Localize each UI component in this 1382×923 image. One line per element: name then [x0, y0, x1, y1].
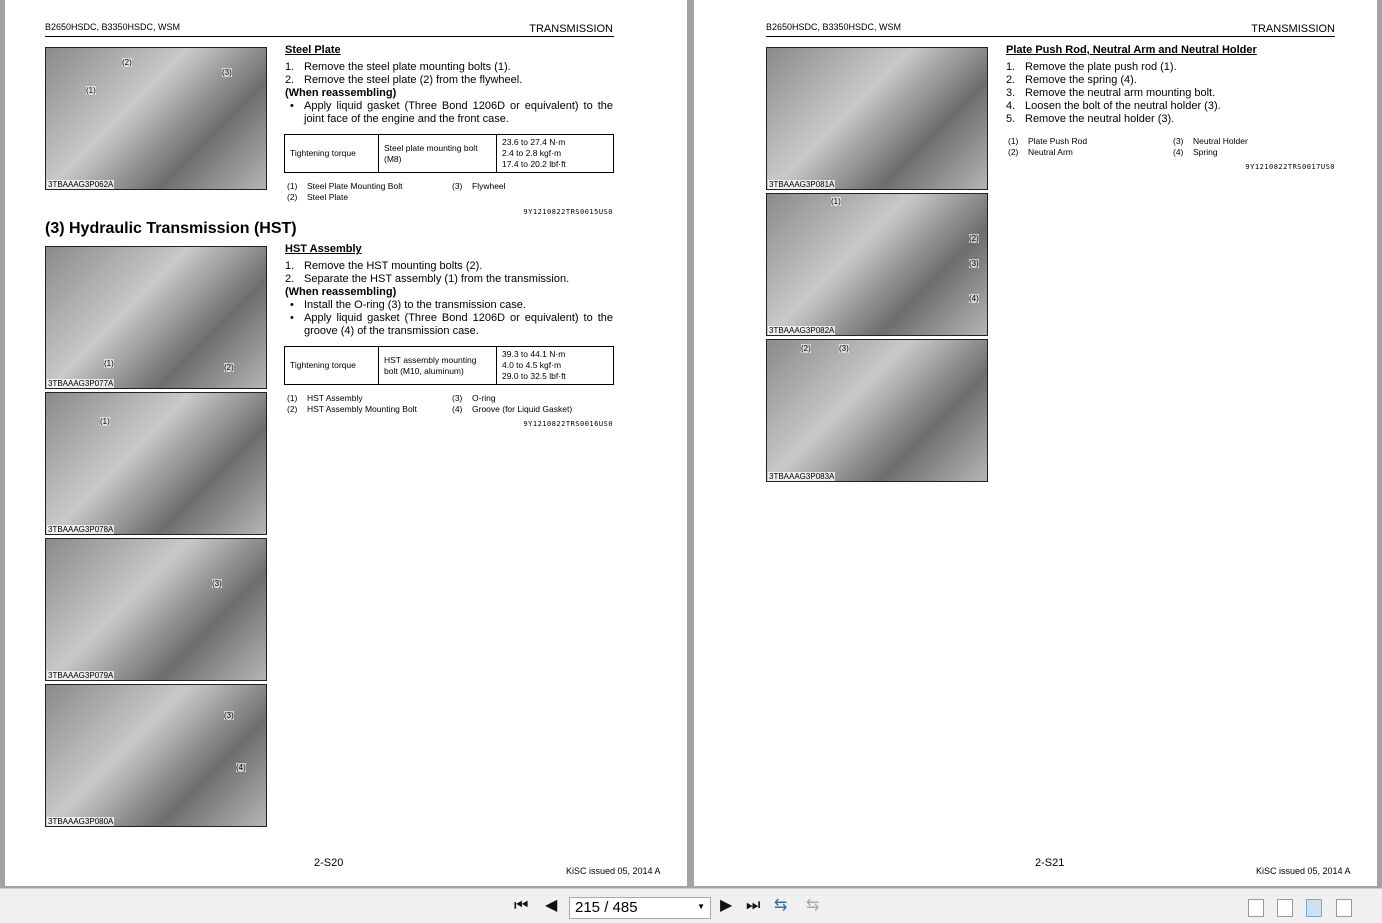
go-forward-view-icon[interactable]: ⇆ — [806, 898, 819, 914]
chevron-down-icon[interactable]: ▼ — [697, 902, 705, 911]
page-header-model: B2650HSDC, B3350HSDC, WSM — [766, 22, 902, 32]
previous-page-icon[interactable]: ◀ — [545, 898, 557, 914]
photo-hst-assembly: (1) (2) 3TBAAAG3P077A — [45, 246, 267, 389]
photo-plate-push-rod: 3TBAAAG3P081A — [766, 47, 988, 190]
legend-push-rod: (1) Plate Push Rod (3) Neutral Holder (2) Ne… — [1008, 136, 1248, 157]
photo-neutral-holder: (1) (2) (3) (4) 3TBAAAG3P082A — [766, 193, 988, 336]
page-header-model: B2650HSDC, B3350HSDC, WSM — [45, 22, 181, 32]
page-number: 2-S20 — [314, 857, 344, 869]
page-header-section: TRANSMISSION — [529, 23, 613, 35]
continuous-view-icon[interactable] — [1277, 899, 1293, 917]
last-page-icon[interactable]: ⏭ — [746, 898, 760, 914]
photo-o-ring: (3) 3TBAAAG3P079A — [45, 538, 267, 681]
legend-steel-plate: (1) Steel Plate Mounting Bolt (3) Flywheel … — [287, 181, 506, 202]
single-page-view-icon[interactable] — [1248, 899, 1264, 917]
reference-code: 9Y1210822TRS0017US0 — [1245, 163, 1335, 171]
header-rule — [45, 36, 614, 37]
page-number-field[interactable]: 215 / 485 ▼ — [569, 897, 711, 919]
torque-table-hst: Tightening torque HST assembly mounting … — [284, 346, 614, 385]
pdf-page-right: B2650HSDC, B3350HSDC, WSM TRANSMISSION 3… — [694, 0, 1377, 886]
push-rod-instructions: Plate Push Rod, Neutral Arm and Neutral … — [1006, 44, 1257, 125]
header-rule — [766, 36, 1335, 37]
reference-code: 9Y1210822TRS0016US0 — [523, 420, 613, 428]
photo-neutral-arm: (2) (3) 3TBAAAG3P083A — [766, 339, 988, 482]
photo-caption: 3TBAAAG3P062A — [47, 180, 115, 189]
photo-hst-removed: (1) 3TBAAAG3P078A — [45, 392, 267, 535]
go-back-view-icon[interactable]: ⇆ — [774, 898, 787, 914]
first-page-icon[interactable]: ⏮ — [514, 898, 528, 914]
torque-table-steel-plate: Tightening torque Steel plate mounting b… — [284, 134, 614, 173]
pdf-page-left: B2650HSDC, B3350HSDC, WSM TRANSMISSION (… — [5, 0, 687, 886]
viewer-toolbar: ⏮ ◀ 215 / 485 ▼ ▶ ⏭ ⇆ ⇆ — [0, 888, 1382, 923]
next-page-icon[interactable]: ▶ — [720, 898, 732, 914]
issue-note: KiSC issued 05, 2014 A — [1256, 866, 1351, 876]
facing-pages-view-icon[interactable] — [1306, 899, 1322, 917]
photo-steel-plate: (2) (1) (3) 3TBAAAG3P062A — [45, 47, 267, 190]
section-title: (3) Hydraulic Transmission (HST) — [45, 220, 297, 237]
legend-hst: (1) HST Assembly (3) O-ring (2) HST Assembly… — [287, 393, 573, 414]
reference-code: 9Y1210822TRS0015US0 — [523, 208, 613, 216]
hst-instructions: HST Assembly 1. Remove the HST mounting b… — [285, 243, 613, 337]
steel-plate-instructions: Steel Plate 1. Remove the steel plate mou… — [285, 44, 613, 125]
photo-groove: (3) (4) 3TBAAAG3P080A — [45, 684, 267, 827]
issue-note: KiSC issued 05, 2014 A — [566, 866, 661, 876]
page-number: 2-S21 — [1035, 857, 1065, 869]
continuous-facing-view-icon[interactable] — [1336, 899, 1352, 917]
page-header-section: TRANSMISSION — [1251, 23, 1335, 35]
